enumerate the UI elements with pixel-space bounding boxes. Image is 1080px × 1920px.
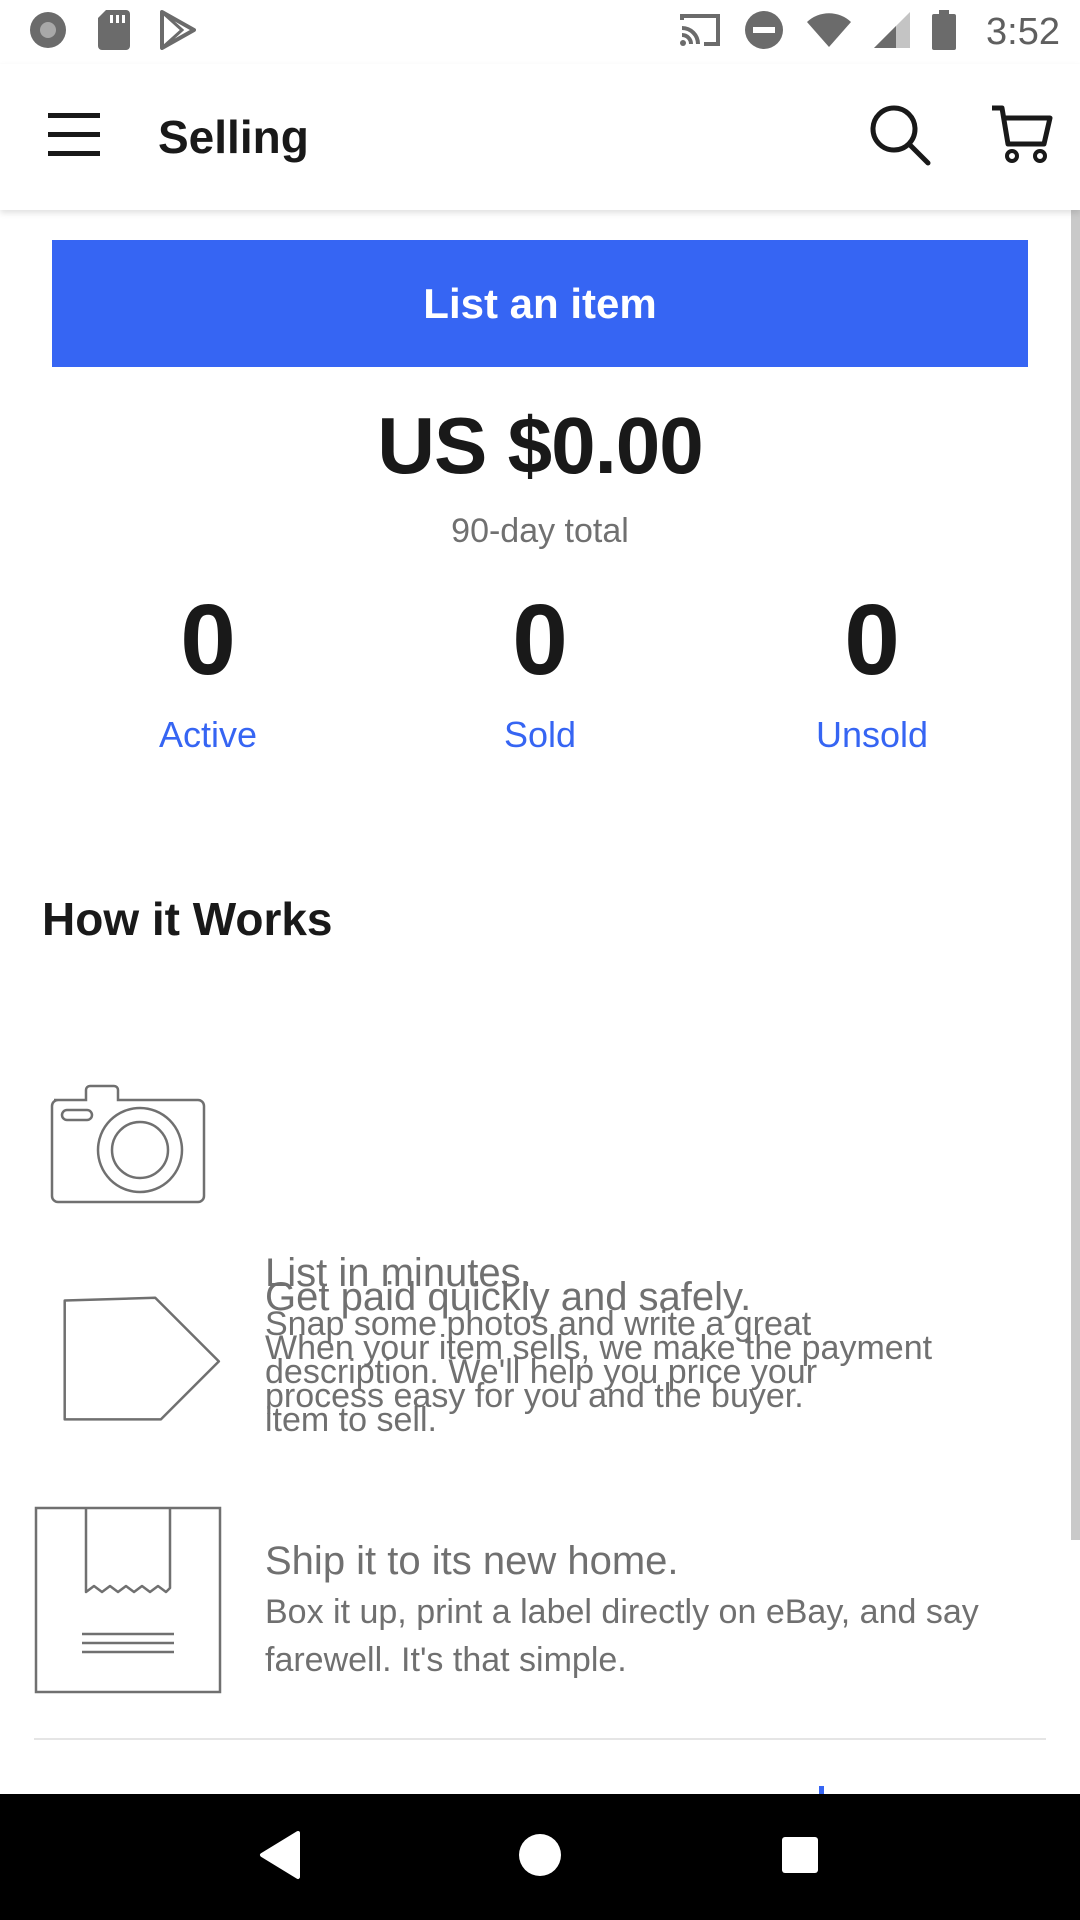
sold-link[interactable]: Sold	[390, 714, 690, 756]
list-an-item-button[interactable]: List an item	[52, 240, 1028, 367]
status-right-icons: 3:52	[678, 9, 1060, 55]
recents-icon	[780, 1835, 820, 1880]
cart-icon	[990, 104, 1054, 171]
step-text: Get paid quickly and safely. When your i…	[265, 1270, 1045, 1420]
signal-icon	[874, 11, 911, 53]
play-store-icon	[160, 9, 196, 55]
stat-active[interactable]: 0 Active	[58, 580, 358, 756]
partial-content-edge	[819, 1786, 824, 1794]
sd-card-icon	[98, 9, 130, 55]
unsold-count: 0	[844, 584, 900, 696]
selling-content: List an item US $0.00 90-day total 0 Act…	[0, 210, 1080, 1794]
stat-unsold[interactable]: 0 Unsold	[722, 580, 1022, 756]
search-button[interactable]	[850, 87, 950, 187]
status-left-icons	[28, 9, 196, 55]
record-icon	[28, 10, 68, 55]
total-label: 90-day total	[451, 512, 629, 550]
active-link[interactable]: Active	[58, 714, 358, 756]
sold-count: 0	[512, 584, 568, 696]
status-bar: 3:52	[0, 0, 1080, 64]
price-tag-icon	[34, 1284, 226, 1481]
menu-icon	[46, 111, 102, 164]
battery-icon	[932, 9, 957, 55]
app-bar: Selling	[0, 64, 1080, 210]
back-button[interactable]	[225, 1802, 335, 1912]
wifi-icon	[806, 12, 852, 53]
unsold-link[interactable]: Unsold	[722, 714, 1022, 756]
home-icon	[517, 1832, 563, 1883]
cast-icon	[678, 12, 722, 53]
active-count: 0	[180, 584, 236, 696]
section-divider	[34, 1738, 1046, 1740]
stat-sold[interactable]: 0 Sold	[390, 580, 690, 756]
step-heading: Ship it to its new home.	[265, 1539, 679, 1583]
total-amount: US $0.00	[377, 401, 704, 490]
camera-icon	[48, 1080, 208, 1211]
how-it-works-title: How it Works	[42, 893, 333, 945]
home-button[interactable]	[485, 1802, 595, 1912]
selling-screen: 3:52 Selling List an item US $0.00 90-da…	[0, 0, 1080, 1920]
step-body: Box it up, print a label directly on eBa…	[265, 1593, 979, 1679]
step-text: Ship it to its new home. Box it up, prin…	[265, 1534, 1045, 1684]
recents-button[interactable]	[745, 1802, 855, 1912]
cart-button[interactable]	[972, 87, 1072, 187]
search-icon	[868, 103, 932, 172]
system-nav-bar	[0, 1794, 1080, 1920]
shipping-box-icon	[34, 1506, 222, 1699]
step-heading: Get paid quickly and safely.	[265, 1275, 752, 1319]
do-not-disturb-icon	[744, 10, 784, 55]
page-title: Selling	[158, 111, 309, 163]
back-icon	[258, 1830, 302, 1885]
status-time: 3:52	[986, 10, 1060, 53]
step-body: When your item sells, we make the paymen…	[265, 1329, 933, 1415]
menu-button[interactable]	[26, 89, 122, 185]
